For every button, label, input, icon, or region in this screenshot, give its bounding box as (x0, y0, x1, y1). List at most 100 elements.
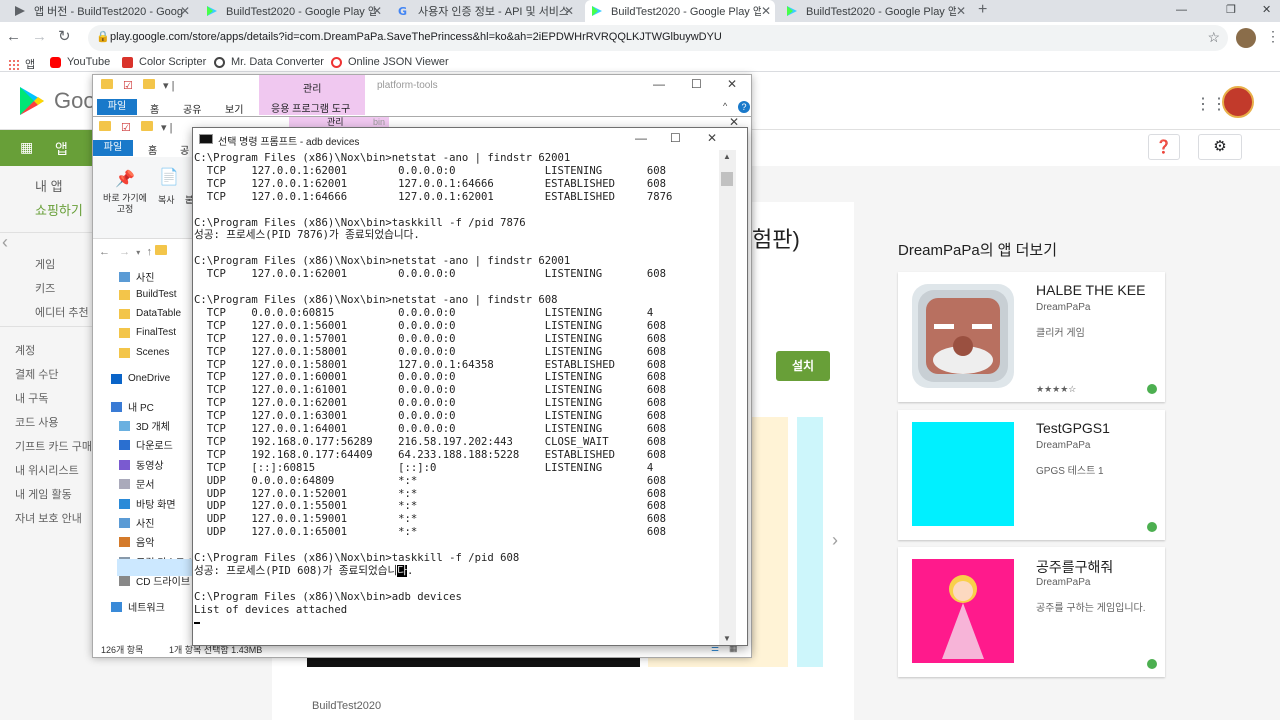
tab-share[interactable]: 공 (180, 142, 189, 157)
cmd-scrollbar[interactable]: ▲ ▼ (719, 150, 736, 645)
bookmark-color-scripter[interactable]: Color Scripter (122, 56, 206, 68)
maximize-button[interactable]: ☐ (670, 131, 681, 145)
window-close-button[interactable]: ✕ (1262, 0, 1271, 20)
minimize-button[interactable]: — (653, 77, 665, 91)
bookmark-online-json-viewer[interactable]: Online JSON Viewer (331, 56, 449, 68)
sidebar-parental-guide[interactable]: 자녀 보호 안내 (15, 510, 82, 526)
nav-item[interactable]: 음악 (119, 534, 154, 549)
nav-item[interactable]: 바탕 화면 (119, 496, 176, 511)
chevron-down-icon[interactable]: ▾ (136, 248, 140, 257)
tab-share[interactable]: 공유 (183, 101, 201, 116)
nav-item[interactable]: 사진 (119, 269, 154, 284)
tab-app-tools[interactable]: 응용 프로그램 도구 (259, 97, 365, 115)
sidebar-game-activity[interactable]: 내 게임 활동 (15, 486, 72, 502)
help-icon[interactable]: ? (738, 101, 750, 113)
copy-label[interactable]: 복사 (158, 193, 175, 206)
sidebar-my-apps[interactable]: 내 앱 (35, 176, 63, 195)
folder-icon[interactable] (141, 121, 153, 134)
more-app-card[interactable]: 공주를구해줘 DreamPaPa 공주를 구하는 게임입니다. (898, 547, 1165, 677)
close-button[interactable]: ✕ (727, 77, 737, 91)
nav-item[interactable]: 내 PC (111, 399, 154, 414)
close-icon[interactable]: ✕ (180, 4, 190, 18)
google-play-logo[interactable] (18, 86, 46, 116)
sidebar-kids[interactable]: 키즈 (35, 280, 55, 296)
bookmark-star-icon[interactable]: ☆ (1207, 29, 1220, 46)
profile-avatar[interactable] (1236, 28, 1256, 48)
help-button[interactable]: ❓ (1148, 134, 1180, 160)
minimize-button[interactable]: — (1176, 0, 1187, 20)
browser-tab[interactable]: G 사용자 인증 정보 - API 및 서비스 ✕ (392, 0, 578, 22)
quick-access-dropdown-icon[interactable]: ▾ | (161, 121, 172, 134)
nav-item[interactable]: 다운로드 (119, 437, 173, 452)
close-icon[interactable]: ✕ (372, 4, 382, 18)
account-avatar[interactable] (1222, 86, 1254, 118)
chevron-left-icon[interactable]: ‹ (2, 232, 8, 253)
reload-button[interactable]: ↻ (58, 28, 71, 46)
browser-tab-active[interactable]: BuildTest2020 - Google Play 앱 ✕ (585, 0, 775, 22)
tab-home[interactable]: 홈 (150, 101, 159, 116)
tab-view[interactable]: 보기 (225, 101, 243, 116)
nav-item[interactable]: 3D 개체 (119, 418, 170, 433)
browser-tab[interactable]: 앱 버전 - BuildTest2020 - Goog ✕ (8, 0, 194, 22)
close-icon[interactable]: ✕ (761, 4, 771, 18)
maximize-button[interactable]: ☐ (691, 77, 702, 91)
more-app-card[interactable]: HALBE THE KEE DreamPaPa 클리커 게임 ★★★★☆ (898, 272, 1165, 402)
back-arrow-icon[interactable]: ← (99, 246, 110, 258)
forward-arrow-icon[interactable]: → (119, 246, 130, 258)
tab-file[interactable]: 파일 (93, 140, 133, 156)
back-button[interactable]: ← (6, 28, 21, 46)
bookmark-apps[interactable]: 앱 (8, 56, 35, 72)
sidebar-gift-card[interactable]: 기프트 카드 구매 (15, 438, 92, 454)
minimize-button[interactable]: — (635, 131, 647, 145)
nav-item[interactable]: 동영상 (119, 457, 164, 472)
nav-item[interactable]: DataTable (119, 308, 181, 319)
tab-home[interactable]: 홈 (148, 142, 157, 157)
nav-item[interactable]: BuildTest (119, 289, 177, 300)
pin-icon[interactable]: 📌 (115, 169, 135, 189)
sidebar-account[interactable]: 계정 (15, 342, 35, 358)
quick-access-dropdown-icon[interactable]: ▾ | (163, 79, 174, 92)
ribbon-collapse-icon[interactable]: ^ (723, 101, 727, 111)
restore-button[interactable]: ❐ (1226, 0, 1236, 20)
properties-icon[interactable]: ☑ (123, 79, 133, 92)
nav-item[interactable]: 사진 (119, 515, 154, 530)
new-tab-button[interactable]: + (978, 0, 987, 20)
nav-item[interactable]: FinalTest (119, 327, 176, 338)
browser-tab[interactable]: BuildTest2020 - Google Play 앱 ✕ (780, 0, 970, 22)
cmd-console-output[interactable]: C:\Program Files (x86)\Nox\bin>netstat -… (193, 150, 719, 645)
sidebar-redeem[interactable]: 코드 사용 (15, 414, 59, 430)
install-button[interactable]: 설치 (776, 351, 830, 381)
copy-icon[interactable]: 📄 (159, 167, 179, 187)
folder-icon[interactable] (143, 79, 155, 92)
sidebar-subscriptions[interactable]: 내 구독 (15, 390, 48, 406)
scrollbar-thumb[interactable] (721, 172, 733, 186)
sidebar-games[interactable]: 게임 (35, 256, 55, 272)
close-icon[interactable]: ✕ (564, 4, 574, 18)
sidebar-editors-choice[interactable]: 에디터 추천 (35, 304, 89, 320)
pin-label[interactable]: 바로 가기에 고정 (97, 193, 153, 215)
scroll-up-arrow[interactable]: ▲ (723, 152, 731, 161)
category-apps-tab[interactable]: ▦ 앱 (0, 130, 92, 166)
properties-icon[interactable]: ☑ (121, 121, 131, 134)
more-app-card[interactable]: TestGPGS1 DreamPaPa GPGS 테스트 1 (898, 410, 1165, 540)
sidebar-payment[interactable]: 결제 수단 (15, 366, 59, 382)
chevron-right-icon[interactable]: › (832, 530, 838, 551)
nav-item[interactable]: OneDrive (111, 373, 170, 384)
scroll-down-arrow[interactable]: ▼ (723, 634, 731, 643)
bookmark-mr-data-converter[interactable]: Mr. Data Converter (214, 56, 324, 68)
browser-menu-icon[interactable]: ⋮ (1266, 28, 1280, 45)
close-button[interactable]: ✕ (707, 131, 717, 145)
nav-item[interactable]: 문서 (119, 476, 154, 491)
sidebar-shop[interactable]: 쇼핑하기 (35, 200, 83, 219)
browser-tab[interactable]: BuildTest2020 - Google Play 앱 ✕ (200, 0, 386, 22)
address-bar[interactable]: 🔒 play.google.com/store/apps/details?id=… (88, 25, 1228, 51)
up-arrow-icon[interactable]: ↑ (146, 246, 152, 258)
settings-button[interactable]: ⚙ (1198, 134, 1242, 160)
forward-button[interactable]: → (32, 28, 47, 46)
screenshot-image[interactable] (797, 417, 823, 667)
command-prompt-window[interactable]: 선택 명령 프롬프트 - adb devices — ☐ ✕ C:\Progra… (192, 127, 748, 646)
bookmark-youtube[interactable]: YouTube (50, 56, 110, 68)
close-icon[interactable]: ✕ (956, 4, 966, 18)
sidebar-wishlist[interactable]: 내 위시리스트 (15, 462, 79, 478)
nav-item[interactable]: 네트워크 (111, 599, 165, 614)
